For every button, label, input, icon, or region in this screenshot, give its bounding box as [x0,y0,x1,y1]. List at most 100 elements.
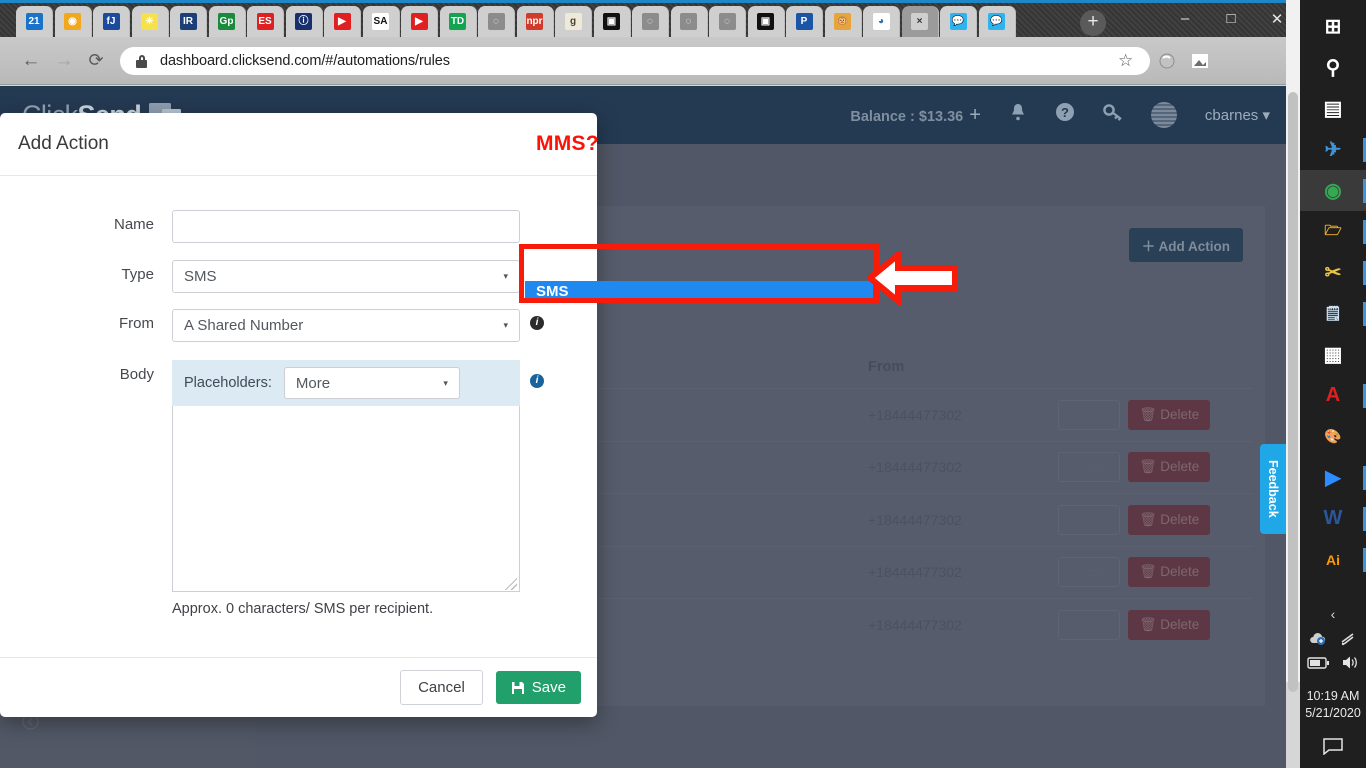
type-select[interactable]: SMS ▾ [172,260,520,293]
tab-gp[interactable]: Gp [208,6,246,37]
reload-button[interactable]: ⟳ [85,50,107,72]
taskbar-clock[interactable]: 10:19 AM 5/21/2020 [1300,688,1366,722]
tab-youtube-2[interactable]: ▶ [401,6,438,37]
tab-square-black[interactable]: ▣ [593,6,631,37]
tab-td[interactable]: TD [439,6,477,37]
tray-row-2 [1300,652,1366,676]
clock-time: 10:19 AM [1306,689,1360,703]
add-credit-icon[interactable]: + [969,104,981,126]
address-bar[interactable]: dashboard.clicksend.com/#/automations/ru… [120,47,1150,75]
chevron-down-icon: ▾ [503,320,508,330]
add-action-button[interactable]: ＋ Add Action [1128,228,1243,262]
zoom-icon[interactable]: ▶ [1300,457,1366,498]
red-arrow-annotation [868,251,958,305]
app-icon-blue[interactable]: ✈ [1300,129,1366,170]
back-button[interactable]: ← [20,50,42,72]
tab-strip: 21 ◉ fJ ☀ IR Gp ES ⓘ ▶ SA ▶ TD ◌ npr g ▣ ◌ ◌ ◌ ▣ P 🐵 ◕ × 💬 💬 + – … [0,0,1300,37]
tab-sun-favicon: ☀ [141,13,158,30]
file-explorer-icon[interactable]: 🗁 [1300,211,1366,252]
cloud-sync-icon[interactable] [1309,632,1328,649]
tab-bird[interactable]: ◕ [863,6,900,37]
tab-loading[interactable]: × [901,6,939,37]
trash-icon: 🗑 [1139,511,1157,527]
wifi-icon[interactable] [1340,632,1357,649]
tab-youtube[interactable]: ▶ [324,6,361,37]
acrobat-icon[interactable]: A [1300,375,1366,416]
volume-icon[interactable] [1341,655,1360,673]
new-tab-button[interactable]: + [1080,10,1106,36]
edit-label: Edit [1085,511,1109,527]
chrome-icon[interactable]: ◉ [1300,170,1366,211]
body-textarea[interactable] [172,406,520,592]
tab-facebook[interactable]: fJ [93,6,130,37]
tab-21[interactable]: 21 [16,6,53,37]
help-icon[interactable]: ? [1055,102,1075,128]
extension-icon-1[interactable] [1155,49,1179,73]
edit-button[interactable]: ✎ Edit [1058,609,1121,640]
tab-sa[interactable]: SA [362,6,400,37]
minimize-button[interactable]: – [1162,10,1208,27]
tray-expand-icon[interactable]: ‹ [1300,606,1366,628]
tab-hr[interactable]: IR [170,6,207,37]
tab-sun[interactable]: ☀ [131,6,169,37]
placeholders-info-icon[interactable]: i [530,374,544,388]
name-input[interactable] [172,210,520,243]
edit-button[interactable]: ✎ Edit [1058,399,1121,430]
tab-monkey[interactable]: 🐵 [824,6,862,37]
delete-button[interactable]: 🗑 Delete [1128,504,1211,535]
edit-button[interactable]: ✎ Edit [1058,557,1121,588]
tab-chat-2[interactable]: 💬 [978,6,1016,37]
bell-icon[interactable] [1009,103,1027,128]
from-info-icon[interactable]: i [530,316,544,330]
action-center-icon[interactable] [1300,738,1366,760]
forward-button[interactable]: → [53,50,75,72]
start-button[interactable]: ⊞ [1300,6,1366,47]
tab-square-black-2[interactable]: ▣ [747,6,785,37]
edit-button[interactable]: ✎ Edit [1058,452,1121,483]
notepad-icon[interactable]: 🗒 [1300,293,1366,334]
search-icon[interactable]: ⚲ [1300,47,1366,88]
bookmark-star-icon[interactable]: ☆ [1118,51,1133,71]
tab-es[interactable]: ES [247,6,284,37]
tab-globe-blue[interactable]: ⓘ [285,6,323,37]
word-icon[interactable]: W [1300,498,1366,539]
placeholders-select[interactable]: More ▾ [283,367,460,399]
cancel-button[interactable]: Cancel [400,670,483,705]
tab-globe-gray-3[interactable]: ◌ [670,6,708,37]
tab-g[interactable]: g [555,6,592,37]
paint-icon[interactable]: 🎨 [1300,416,1366,457]
calculator-icon[interactable]: ▦ [1300,334,1366,375]
tab-chat-1[interactable]: 💬 [940,6,977,37]
page-scrollbar-thumb[interactable] [1288,92,1298,692]
delete-button[interactable]: 🗑 Delete [1128,399,1211,430]
battery-icon[interactable] [1306,656,1329,672]
field-row-type: Type SMS ▾ [14,260,520,293]
key-icon[interactable] [1103,103,1123,127]
tab-npr[interactable]: npr [516,6,554,37]
from-select[interactable]: A Shared Number ▾ [172,309,520,342]
resize-grip-icon[interactable] [505,578,517,590]
save-button[interactable]: Save [495,671,581,704]
avatar[interactable] [1150,102,1177,128]
tab-globe-gray-2[interactable]: ◌ [632,6,669,37]
delete-button[interactable]: 🗑 Delete [1128,452,1211,483]
delete-button[interactable]: 🗑 Delete [1128,557,1211,588]
feedback-tab[interactable]: Feedback [1260,444,1286,534]
snipping-tool-icon[interactable]: ✂ [1300,252,1366,293]
username-label[interactable]: cbarnes ▾ [1205,106,1270,124]
body-field-group: Placeholders: More ▾ Approx. 0 character… [172,360,520,617]
tab-eye[interactable]: ◉ [54,6,92,37]
maximize-button[interactable]: □ [1208,10,1254,27]
tab-paypal[interactable]: P [786,6,823,37]
task-view-icon[interactable]: ▤ [1300,88,1366,129]
balance-display[interactable]: Balance : $13.36 + [850,104,981,127]
extension-icon-2[interactable] [1188,49,1212,73]
illustrator-icon[interactable]: Ai [1300,539,1366,580]
edit-button[interactable]: ✎ Edit [1058,504,1121,535]
tab-globe-gray-4[interactable]: ◌ [709,6,746,37]
delete-button[interactable]: 🗑 Delete [1128,609,1211,640]
svg-text:?: ? [1061,105,1069,120]
tab-globe-gray[interactable]: ◌ [478,6,515,37]
tabstrip-accent [0,0,1300,3]
chevron-down-icon: ▾ [443,377,448,388]
